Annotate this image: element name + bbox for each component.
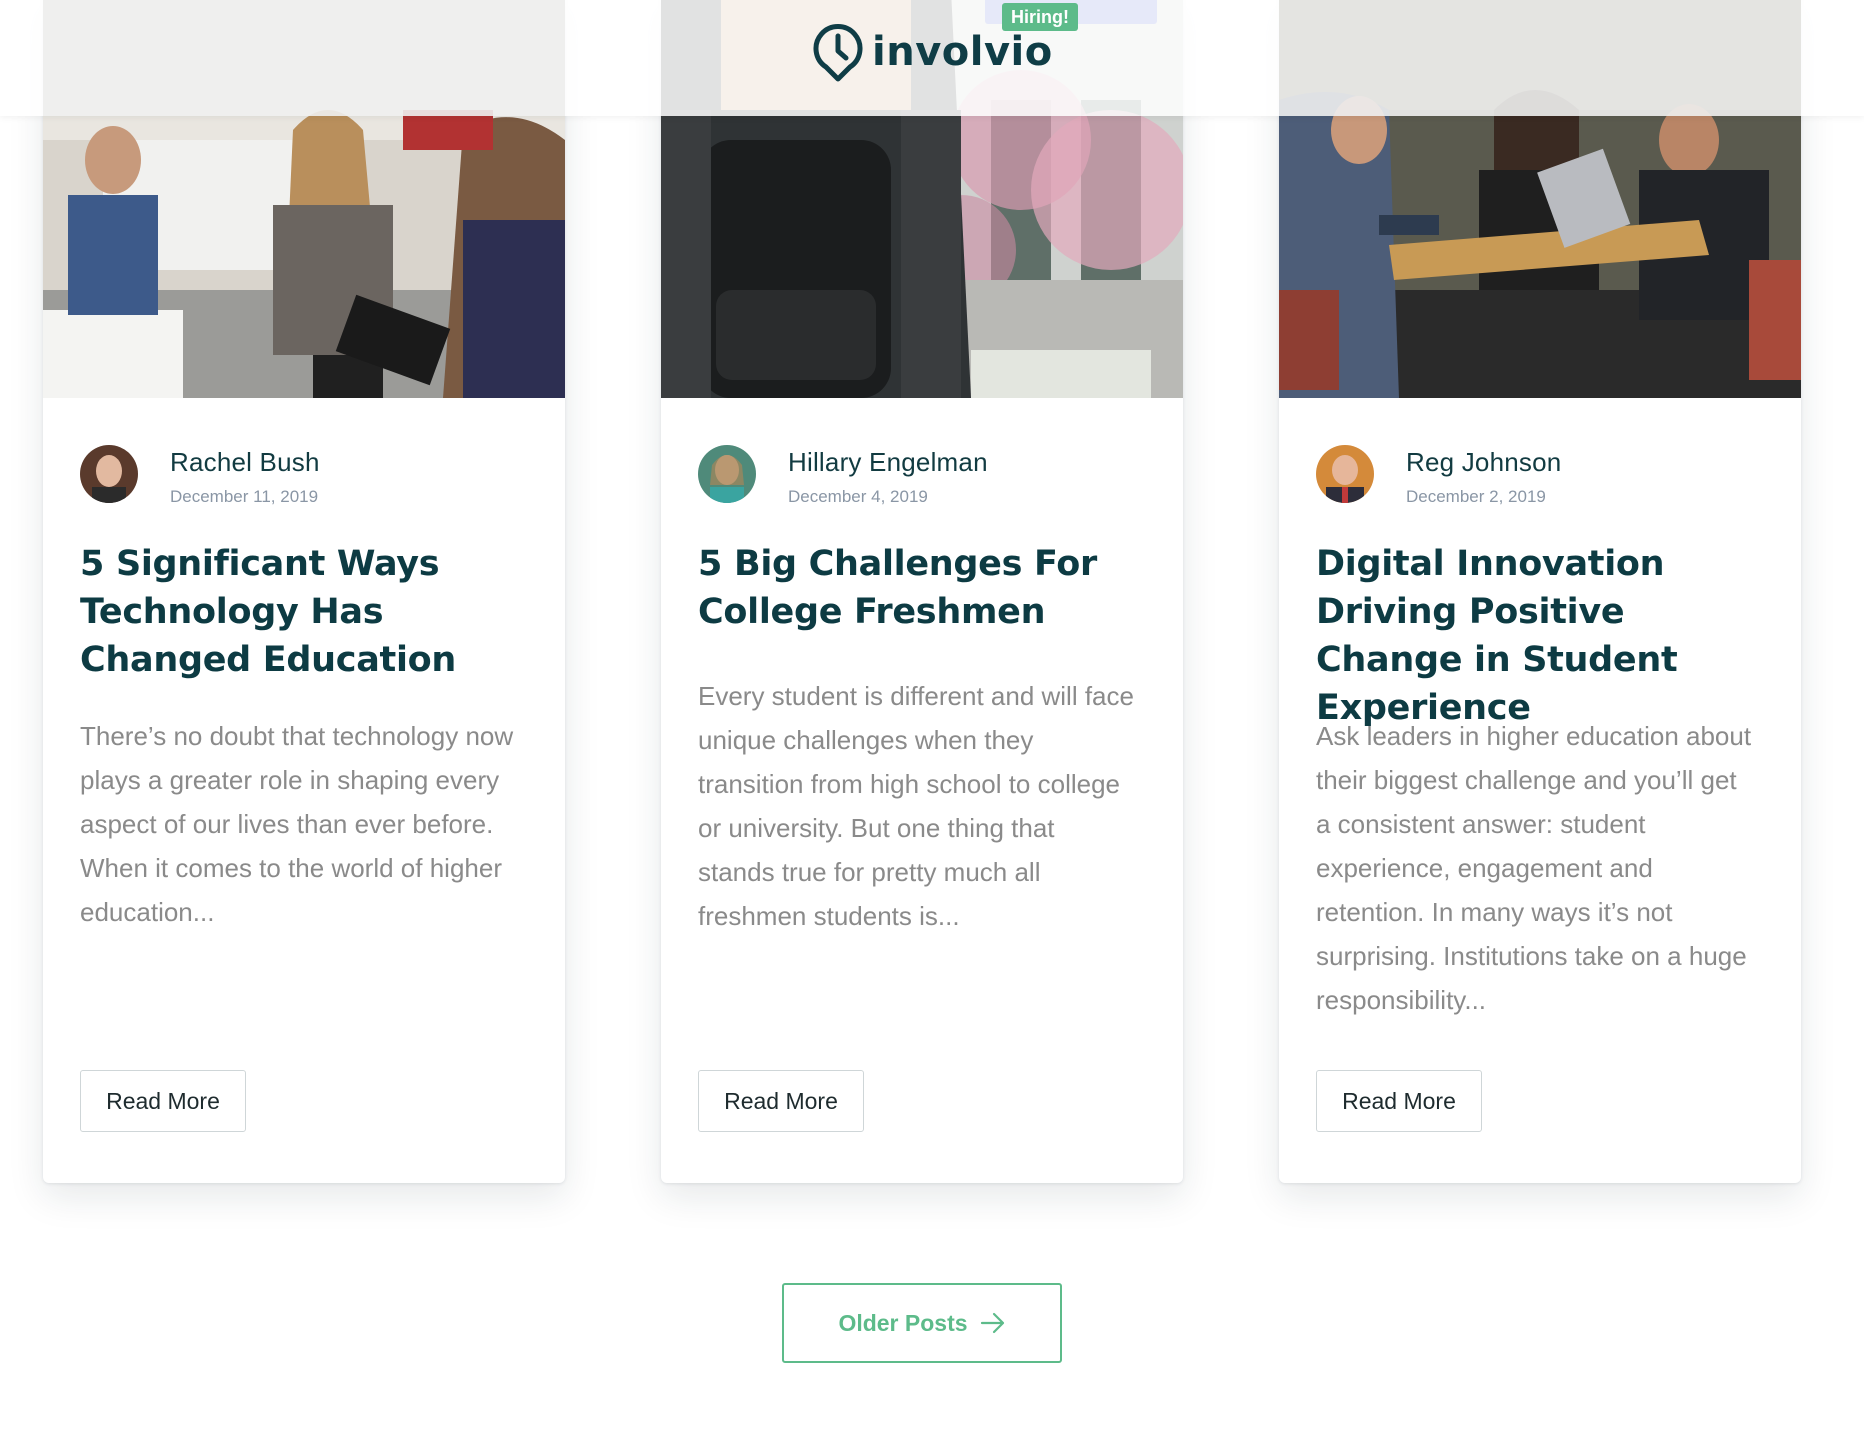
- author-avatar: [698, 445, 756, 503]
- blog-card: Reg Johnson December 2, 2019 Digital Inn…: [1279, 0, 1801, 1183]
- author-name[interactable]: Rachel Bush: [170, 447, 320, 478]
- header-overlap-shade: [43, 0, 565, 116]
- older-posts-button[interactable]: Older Posts: [782, 1283, 1062, 1363]
- blog-card: Rachel Bush December 11, 2019 5 Signific…: [43, 0, 565, 1183]
- post-author: Reg Johnson December 2, 2019: [1316, 445, 1771, 525]
- post-author: Hillary Engelman December 4, 2019: [698, 445, 1153, 525]
- post-date: December 2, 2019: [1406, 487, 1546, 506]
- post-excerpt: Every student is different and will face…: [698, 681, 1134, 931]
- brand-logo[interactable]: involvio: [812, 22, 1053, 82]
- author-avatar: [80, 445, 138, 503]
- arrow-right-icon: [980, 1312, 1004, 1334]
- read-more-button[interactable]: Read More: [698, 1070, 864, 1132]
- post-date: December 11, 2019: [170, 487, 319, 506]
- author-name[interactable]: Hillary Engelman: [788, 447, 988, 478]
- post-title[interactable]: 5 Big Challenges For College Freshmen: [698, 540, 1148, 636]
- post-excerpt: There’s no doubt that technology now pla…: [80, 721, 514, 927]
- clock-pin-icon: [813, 24, 863, 82]
- read-more-button[interactable]: Read More: [1316, 1070, 1482, 1132]
- post-date: December 4, 2019: [788, 487, 928, 506]
- post-title[interactable]: 5 Significant Ways Technology Has Change…: [80, 540, 530, 684]
- post-author: Rachel Bush December 11, 2019: [80, 445, 535, 525]
- post-excerpt: Ask leaders in higher education about th…: [1316, 721, 1752, 1015]
- brand-name: involvio: [872, 29, 1053, 75]
- older-posts-label: Older Posts: [838, 1309, 968, 1336]
- post-title[interactable]: Digital Innovation Driving Positive Chan…: [1316, 540, 1766, 732]
- author-avatar: [1316, 445, 1374, 503]
- header-overlap-shade: [1279, 0, 1801, 116]
- hiring-badge[interactable]: Hiring!: [1002, 3, 1078, 31]
- blog-card: Hillary Engelman December 4, 2019 5 Big …: [661, 0, 1183, 1183]
- site-header: involvio Hiring!: [0, 0, 1864, 116]
- author-name[interactable]: Reg Johnson: [1406, 447, 1561, 478]
- read-more-button[interactable]: Read More: [80, 1070, 246, 1132]
